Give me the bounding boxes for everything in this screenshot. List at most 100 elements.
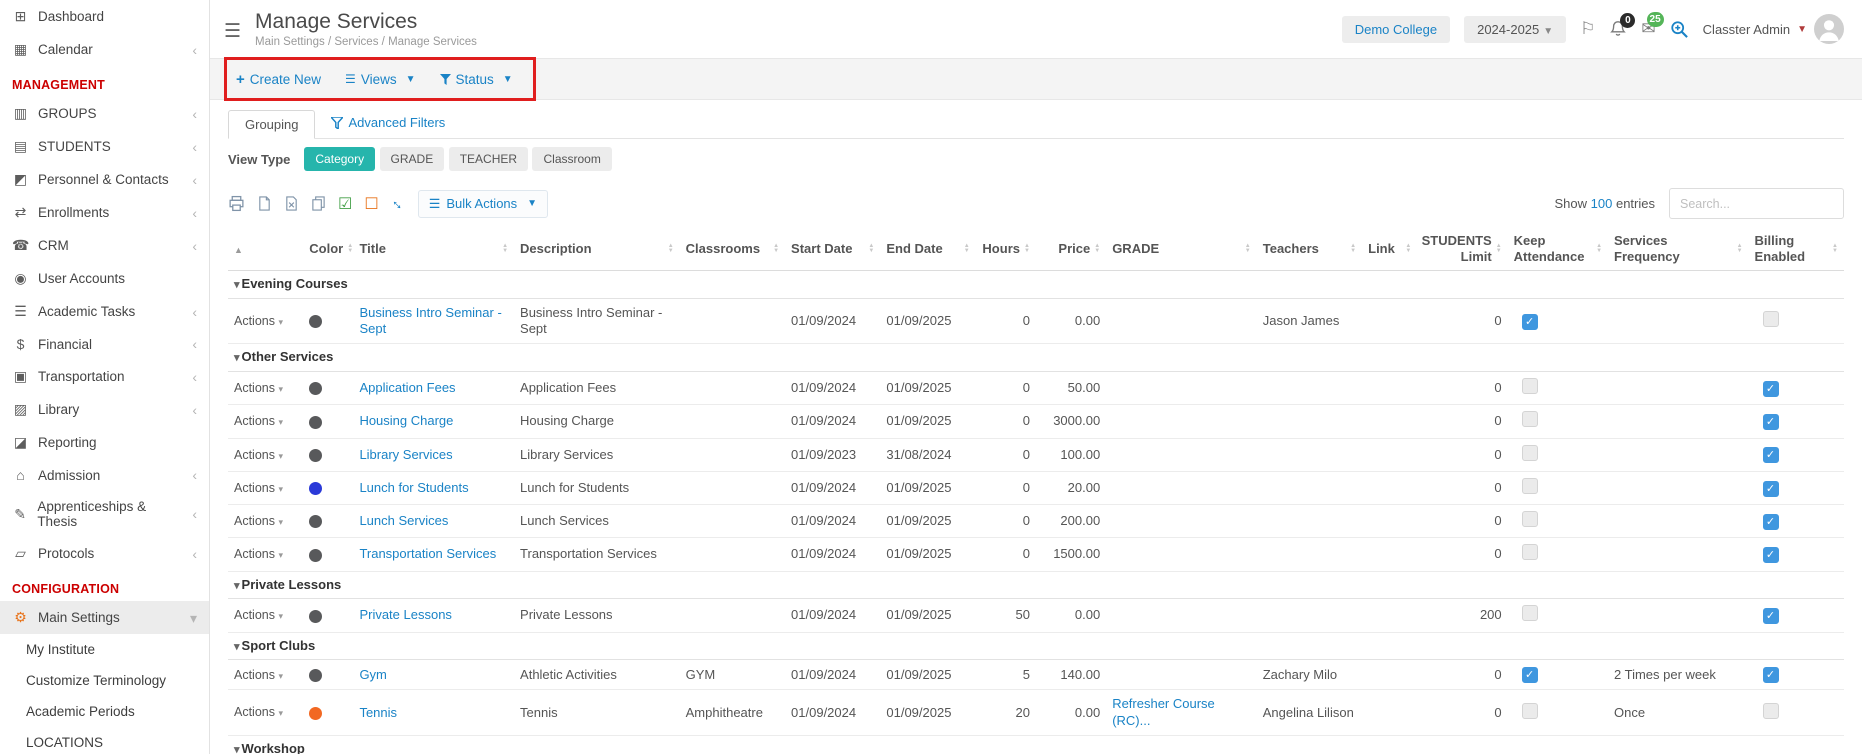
column-header-color[interactable]: Color▲▼: [303, 227, 353, 271]
keep-attendance-checkbox[interactable]: [1522, 378, 1538, 394]
column-header-sort[interactable]: ▲: [228, 227, 303, 271]
sidebar-item-enrollments[interactable]: ⇄Enrollments‹: [0, 196, 209, 229]
row-actions-button[interactable]: Actions ▾: [234, 514, 283, 528]
group-row-evening-courses[interactable]: ▾Evening Courses: [228, 271, 1844, 299]
sidebar-item-calendar[interactable]: ▦Calendar‹: [0, 33, 209, 66]
group-row-workshop[interactable]: ▾Workshop: [228, 735, 1844, 754]
sidebar-item-personnel-contacts[interactable]: ◩Personnel & Contacts‹: [0, 163, 209, 196]
avatar[interactable]: [1814, 14, 1844, 44]
service-color-dot[interactable]: [309, 707, 322, 720]
row-actions-button[interactable]: Actions ▾: [234, 314, 283, 328]
sidebar-item-protocols[interactable]: ▱Protocols‹: [0, 537, 209, 570]
row-actions-button[interactable]: Actions ▾: [234, 414, 283, 428]
group-row-private-lessons[interactable]: ▾Private Lessons: [228, 571, 1844, 599]
billing-enabled-checkbox[interactable]: ✓: [1763, 514, 1779, 530]
billing-enabled-checkbox[interactable]: ✓: [1763, 381, 1779, 397]
column-header-end-date[interactable]: End Date▲▼: [880, 227, 975, 271]
column-header-classrooms[interactable]: Classrooms▲▼: [680, 227, 785, 271]
grouping-tab[interactable]: Grouping: [228, 110, 315, 139]
view-type-category[interactable]: Category: [304, 147, 375, 171]
row-actions-button[interactable]: Actions ▾: [234, 448, 283, 462]
column-header-grade[interactable]: GRADE▲▼: [1106, 227, 1257, 271]
row-actions-button[interactable]: Actions ▾: [234, 481, 283, 495]
create-new-button[interactable]: +Create New: [236, 71, 321, 88]
export-excel-icon[interactable]: [284, 196, 299, 211]
billing-enabled-checkbox[interactable]: ✓: [1763, 414, 1779, 430]
service-title-link[interactable]: Lunch Services: [359, 513, 448, 528]
sidebar-item-library[interactable]: ▨Library‹: [0, 393, 209, 426]
service-color-dot[interactable]: [309, 549, 322, 562]
keep-attendance-checkbox[interactable]: [1522, 478, 1538, 494]
search-input[interactable]: [1669, 188, 1844, 219]
service-title-link[interactable]: Housing Charge: [359, 413, 453, 428]
group-row-sport-clubs[interactable]: ▾Sport Clubs: [228, 632, 1844, 660]
column-header-link[interactable]: Link▲▼: [1362, 227, 1417, 271]
sidebar-item-apprenticeships-thesis[interactable]: ✎Apprenticeships & Thesis‹: [0, 491, 209, 537]
row-actions-button[interactable]: Actions ▾: [234, 608, 283, 622]
sidebar-item-customize-terminology[interactable]: Customize Terminology: [0, 665, 209, 696]
column-header-price[interactable]: Price▲▼: [1036, 227, 1106, 271]
service-color-dot[interactable]: [309, 515, 322, 528]
row-actions-button[interactable]: Actions ▾: [234, 668, 283, 682]
breadcrumb-item[interactable]: Main Settings: [255, 36, 325, 48]
entries-count[interactable]: 100: [1591, 196, 1613, 211]
sidebar-item-academic-periods[interactable]: Academic Periods: [0, 696, 209, 727]
sidebar-item-groups[interactable]: ▥GROUPS‹: [0, 97, 209, 130]
billing-enabled-checkbox[interactable]: ✓: [1763, 447, 1779, 463]
billing-enabled-checkbox[interactable]: [1763, 311, 1779, 327]
sidebar-item-transportation[interactable]: ▣Transportation‹: [0, 360, 209, 393]
service-color-dot[interactable]: [309, 669, 322, 682]
flag-icon[interactable]: ⚐: [1580, 19, 1595, 39]
breadcrumb-item[interactable]: Manage Services: [388, 36, 477, 48]
sidebar-item-financial[interactable]: $Financial‹: [0, 328, 209, 360]
academic-year-dropdown[interactable]: 2024-2025▼: [1464, 16, 1566, 43]
status-dropdown[interactable]: Status▼: [440, 72, 513, 87]
service-title-link[interactable]: Library Services: [359, 447, 452, 462]
column-header-billing-enabled[interactable]: Billing Enabled▲▼: [1749, 227, 1844, 271]
keep-attendance-checkbox[interactable]: [1522, 703, 1538, 719]
service-color-dot[interactable]: [309, 315, 322, 328]
service-color-dot[interactable]: [309, 610, 322, 623]
sidebar-item-crm[interactable]: ☎CRM‹: [0, 229, 209, 262]
sidebar-item-reporting[interactable]: ◪Reporting: [0, 426, 209, 459]
sidebar-item-locations[interactable]: LOCATIONS: [0, 727, 209, 754]
sidebar-item-main-settings[interactable]: ⚙Main Settings▾: [0, 601, 209, 634]
billing-enabled-checkbox[interactable]: ✓: [1763, 667, 1779, 683]
view-type-teacher[interactable]: TEACHER: [449, 147, 528, 171]
group-row-other-services[interactable]: ▾Other Services: [228, 344, 1844, 372]
keep-attendance-checkbox[interactable]: ✓: [1522, 314, 1538, 330]
sidebar-item-user-accounts[interactable]: ◉User Accounts: [0, 262, 209, 295]
billing-enabled-checkbox[interactable]: [1763, 703, 1779, 719]
billing-enabled-checkbox[interactable]: ✓: [1763, 547, 1779, 563]
expand-icon[interactable]: ↔: [391, 195, 406, 212]
keep-attendance-checkbox[interactable]: [1522, 605, 1538, 621]
keep-attendance-checkbox[interactable]: [1522, 544, 1538, 560]
sidebar-item-dashboard[interactable]: ⊞Dashboard: [0, 0, 209, 33]
sidebar-item-my-institute[interactable]: My Institute: [0, 634, 209, 665]
bulk-actions-dropdown[interactable]: ☰ Bulk Actions ▼: [418, 190, 548, 218]
advanced-filters-link[interactable]: Advanced Filters: [331, 115, 445, 138]
service-title-link[interactable]: Business Intro Seminar - Sept: [359, 305, 501, 336]
keep-attendance-checkbox[interactable]: [1522, 511, 1538, 527]
zoom-search-icon[interactable]: [1670, 20, 1689, 39]
column-header-title[interactable]: Title▲▼: [353, 227, 514, 271]
column-header-description[interactable]: Description▲▼: [514, 227, 680, 271]
service-color-dot[interactable]: [309, 416, 322, 429]
service-title-link[interactable]: Tennis: [359, 705, 397, 720]
sidebar-item-academic-tasks[interactable]: ☰Academic Tasks‹: [0, 295, 209, 328]
keep-attendance-checkbox[interactable]: [1522, 445, 1538, 461]
service-title-link[interactable]: Transportation Services: [359, 546, 496, 561]
service-title-link[interactable]: Lunch for Students: [359, 480, 468, 495]
messages-envelope-icon[interactable]: ✉ 25: [1641, 19, 1655, 39]
service-color-dot[interactable]: [309, 449, 322, 462]
service-color-dot[interactable]: [309, 482, 322, 495]
column-header-teachers[interactable]: Teachers▲▼: [1257, 227, 1362, 271]
keep-attendance-checkbox[interactable]: [1522, 411, 1538, 427]
hamburger-menu-icon[interactable]: ☰: [224, 20, 241, 43]
sidebar-item-admission[interactable]: ⌂Admission‹: [0, 459, 209, 491]
service-title-link[interactable]: Application Fees: [359, 380, 455, 395]
deselect-all-icon[interactable]: ☐: [364, 194, 378, 214]
views-dropdown[interactable]: ☰Views▼: [345, 72, 415, 87]
column-header-students-limit[interactable]: STUDENTS Limit▲▼: [1417, 227, 1507, 271]
view-type-classroom[interactable]: Classroom: [532, 147, 611, 171]
